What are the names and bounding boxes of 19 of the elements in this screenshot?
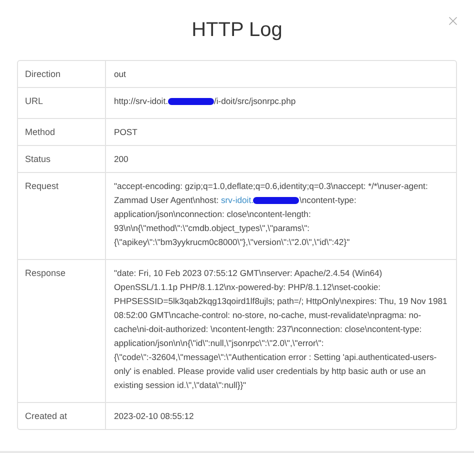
close-icon[interactable] [446,14,460,28]
field-label: Method [18,118,106,145]
field-value: 2023-02-10 08:55:12 [106,402,456,429]
host-link[interactable]: srv-idoit. [221,195,254,205]
field-value: http://srv-idoit. /i-doit/src/jsonrpc.php [106,87,456,118]
field-label: Request [18,172,106,259]
field-label: Status [18,145,106,172]
field-label: URL [18,87,106,118]
field-value: "date: Fri, 10 Feb 2023 07:55:12 GMT\nserver: Apache/2.4.54 (Win64) OpenSSL/1.1.1p PHP/8.1.12\nx-powered-by: PHP/8.1.12\nset-cookie: PHPSESSID=5lk3qab2kqg13qoird1lf8ujls; path=/; HttpOnly\nexpires: Thu, 19 Nov 1981 08:52:00 GMT\ncache-control: no-store, no-cache, must-revalidate\npragma: no-cache\ni-doit-authorized: \ncontent-length: 237\nconnection: close\ncontent-type: application/json\n\n{\"id\":null,\"jsonrpc\":\"2.0\",\"error\":{\"code\":-32604,\"message\":\"Authentication error : Setting 'api.authenticated-users-only' is enabled. Please provide valid user credentials by http basic auth or use an existing session id.\",\"data\":null}}" [106,259,456,402]
field-label: Created at [18,402,106,429]
field-label: Response [18,259,106,402]
field-value: "accept-encoding: gzip;q=1.0,deflate;q=0.6,identity;q=0.3\naccept: */*\nuser-agent: Zammad User Agent\nhost: srv-idoit. \ncontent-type: application/json\nconnection: close\ncontent-length: 93\n\n{\"method\":\"cmdb.object_types\",\"params\":{\"apikey\":\"bm3yykrucm0c8000\"},\"version\":\"2.0\",\"id\":42}" [106,172,456,259]
redaction-mark [168,98,214,105]
redaction-mark [253,197,300,204]
field-label: Direction [18,61,106,87]
field-value: POST [106,118,456,145]
field-value: out [113,68,127,81]
field-value: 200 [106,145,456,172]
dialog-title: HTTP Log [192,18,282,43]
